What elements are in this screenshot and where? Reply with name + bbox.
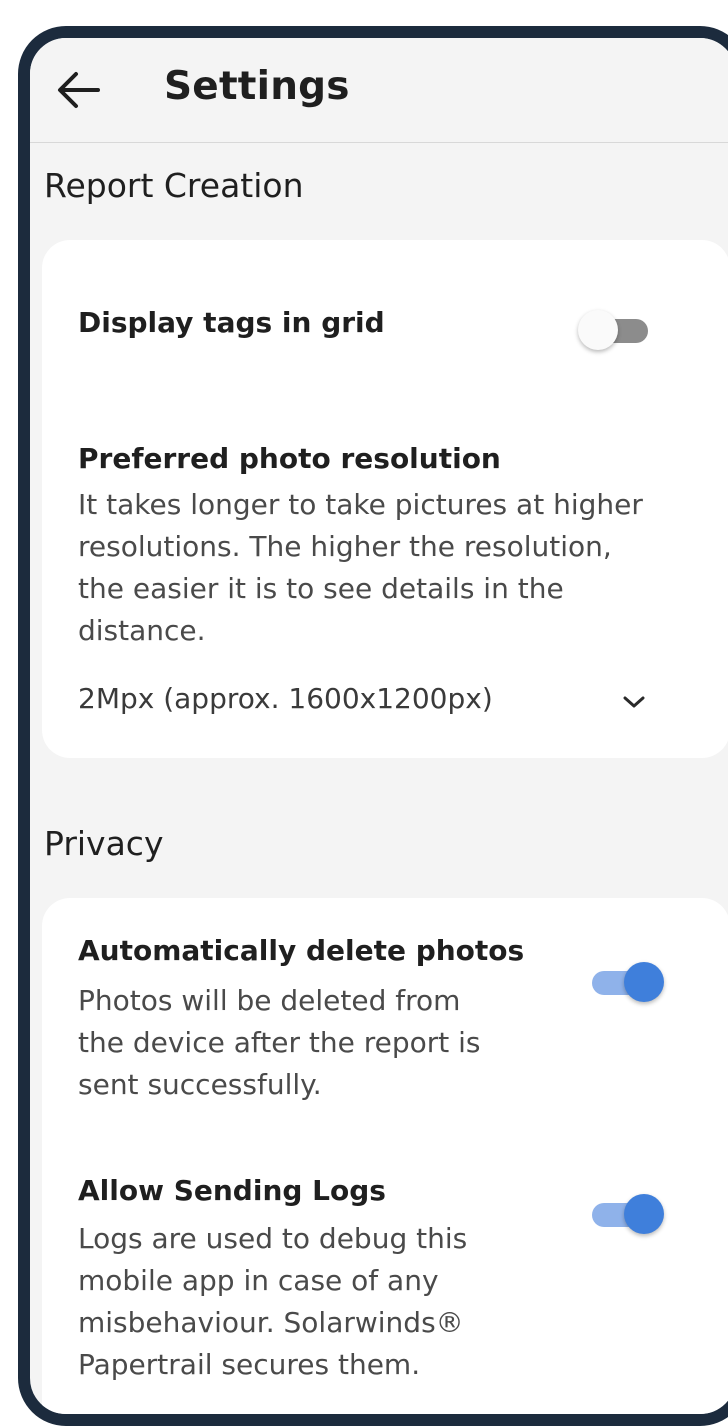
toggle-thumb [624, 1194, 664, 1234]
toggle-thumb [578, 310, 618, 350]
allow-logs-label: Allow Sending Logs [78, 1174, 386, 1207]
device-frame: Settings Report Creation Display tags in… [18, 26, 728, 1426]
chevron-down-icon[interactable] [620, 692, 648, 712]
auto-delete-toggle[interactable] [588, 960, 664, 1004]
description-line: mobile app in case of any [78, 1264, 439, 1297]
auto-delete-description: Photos will be deleted from the device a… [78, 980, 481, 1106]
description-line: the device after the report is [78, 1026, 481, 1059]
allow-logs-toggle[interactable] [588, 1192, 664, 1236]
resolution-select[interactable]: 2Mpx (approx. 1600x1200px) [78, 682, 493, 715]
description-line: distance. [78, 614, 206, 647]
description-line: the easier it is to see details in the [78, 572, 564, 605]
page-title: Settings [164, 64, 350, 109]
description-line: sent successfully. [78, 1068, 322, 1101]
allow-logs-description: Logs are used to debug this mobile app i… [78, 1218, 467, 1386]
section-title-report-creation: Report Creation [44, 166, 304, 205]
toggle-thumb [624, 962, 664, 1002]
description-line: It takes longer to take pictures at high… [78, 488, 643, 521]
description-line: misbehaviour. Solarwinds® [78, 1306, 464, 1339]
display-tags-label: Display tags in grid [78, 306, 385, 339]
description-line: Logs are used to debug this [78, 1222, 468, 1255]
photo-resolution-label: Preferred photo resolution [78, 442, 501, 475]
photo-resolution-description: It takes longer to take pictures at high… [78, 484, 643, 652]
report-creation-card: Display tags in grid Preferred photo res… [42, 240, 728, 758]
description-line: resolutions. The higher the resolution, [78, 530, 612, 563]
privacy-card: Automatically delete photos Photos will … [42, 898, 728, 1414]
section-title-privacy: Privacy [44, 824, 164, 863]
description-line: Papertrail secures them. [78, 1348, 421, 1381]
display-tags-toggle[interactable] [578, 308, 654, 352]
description-line: Photos will be deleted from [78, 984, 461, 1017]
app-bar: Settings [30, 38, 728, 143]
arrow-left-icon[interactable] [54, 68, 104, 112]
auto-delete-label: Automatically delete photos [78, 934, 525, 967]
